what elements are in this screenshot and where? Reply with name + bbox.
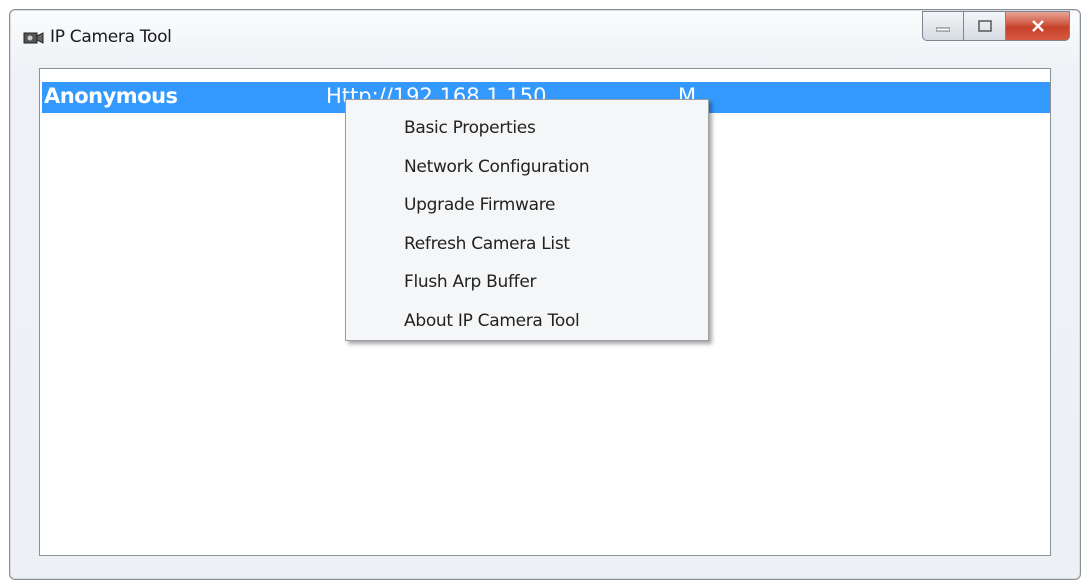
minimize-icon [935, 17, 951, 36]
caption-buttons [922, 11, 1070, 41]
close-icon [1031, 17, 1045, 36]
camera-icon [23, 29, 45, 47]
maximize-icon [977, 17, 992, 36]
maximize-button[interactable] [964, 11, 1006, 41]
menu-item-network-configuration[interactable]: Network Configuration [346, 148, 708, 187]
menu-item-about[interactable]: About IP Camera Tool [346, 302, 708, 341]
close-button[interactable] [1006, 11, 1070, 41]
window-title: IP Camera Tool [50, 27, 172, 47]
context-menu: Basic Properties Network Configuration U… [345, 99, 709, 341]
menu-item-refresh-camera-list[interactable]: Refresh Camera List [346, 225, 708, 264]
camera-name: Anonymous [44, 84, 178, 108]
minimize-button[interactable] [922, 11, 964, 41]
menu-item-upgrade-firmware[interactable]: Upgrade Firmware [346, 186, 708, 225]
menu-item-basic-properties[interactable]: Basic Properties [346, 109, 708, 148]
menu-item-flush-arp-buffer[interactable]: Flush Arp Buffer [346, 263, 708, 302]
title-bar[interactable]: IP Camera Tool [10, 10, 1080, 62]
